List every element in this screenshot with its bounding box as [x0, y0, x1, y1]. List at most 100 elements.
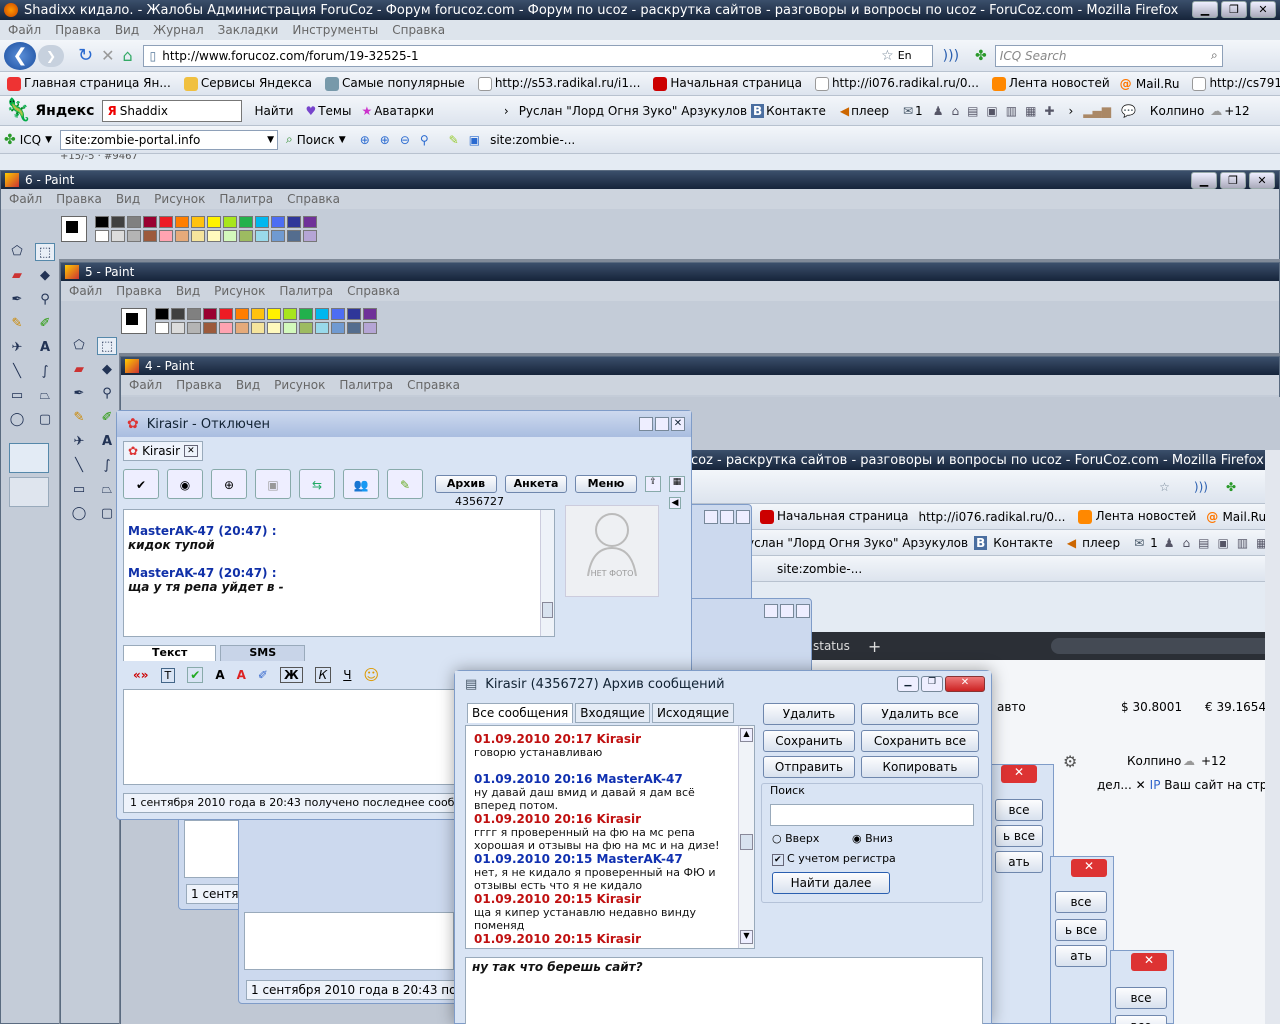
menu-button[interactable]: Меню [575, 475, 637, 493]
menu-image[interactable]: Рисунок [214, 284, 265, 298]
icq-label[interactable]: ICQ [20, 133, 41, 147]
chevron-right-icon[interactable]: › [1068, 104, 1073, 118]
picker-icon[interactable]: ✒ [7, 291, 27, 309]
bookmark-star-icon[interactable]: ☆ [881, 48, 894, 64]
yandex-search-input[interactable]: Я Shaddix [102, 99, 243, 122]
contacts-button[interactable]: 👥 [343, 469, 379, 499]
palette-swatch[interactable] [255, 230, 269, 242]
icq-contact-tab[interactable]: ✿ Kirasir ✕ [123, 441, 203, 461]
radio-down[interactable]: ◉ Вниз [852, 832, 893, 845]
maximize-button[interactable] [655, 417, 669, 431]
chevron-right-icon[interactable]: › [504, 104, 509, 118]
menu-view[interactable]: Вид [115, 23, 139, 37]
palette-swatch[interactable] [223, 230, 237, 242]
palette-swatch[interactable] [299, 308, 313, 320]
polygon-icon[interactable]: ⏢ [97, 481, 117, 499]
palette-swatch[interactable] [303, 216, 317, 228]
palette-swatch[interactable] [283, 322, 297, 334]
tab-item-1[interactable]: дел... ✕ [1097, 778, 1146, 800]
avatars-button[interactable]: Аватарки [374, 104, 434, 118]
menu-edit[interactable]: Правка [56, 192, 102, 206]
palette-swatch[interactable] [315, 308, 329, 320]
palette-swatch[interactable] [331, 322, 345, 334]
palette-swatch[interactable] [111, 216, 125, 228]
forward-button[interactable]: ❯ [38, 44, 64, 67]
chat-scrollbar[interactable] [540, 510, 554, 636]
menu-bookmarks[interactable]: Закладки [218, 23, 279, 37]
themes-button[interactable]: Темы [318, 104, 351, 118]
paint6-option-box-2[interactable] [9, 477, 49, 507]
home-icon[interactable]: ⌂ [123, 46, 133, 65]
tab-item-2[interactable]: IP Ваш сайт на стр... ✕ [1150, 778, 1280, 800]
palette-swatch[interactable] [143, 216, 157, 228]
palette-swatch[interactable] [127, 230, 141, 242]
delete-button[interactable]: Удалить [763, 703, 855, 725]
scroll-up-arrow-icon[interactable]: ▲ [740, 728, 753, 742]
toolbar-icons[interactable]: ♟⌂▤▣▥▦ [1164, 536, 1276, 550]
bg-button-5[interactable]: ь все [1055, 919, 1107, 941]
paint6-palette[interactable] [95, 216, 319, 242]
palette-swatch[interactable] [223, 216, 237, 228]
spellcheck-icon[interactable]: ✔ [187, 667, 204, 683]
bookmark-4[interactable]: http://s53.radikal.ru/i1... [475, 76, 640, 91]
palette-swatch[interactable] [159, 230, 173, 242]
icq-site-input[interactable]: site:zombie-portal.info ▼ [60, 129, 279, 150]
rounded-rect-icon[interactable]: ▢ [35, 411, 55, 429]
icq-search-button[interactable]: Поиск [297, 133, 335, 147]
archive-scrollbar[interactable]: ▲ ▼ [738, 726, 754, 948]
background-color-icon[interactable]: ✐ [258, 668, 268, 682]
menu-file[interactable]: Файл [69, 284, 102, 298]
close-button[interactable]: ✕ [1071, 859, 1107, 877]
search-icon[interactable]: ⌕ [1211, 48, 1218, 63]
bookmark-2[interactable]: Сервисы Яндекса [181, 76, 312, 91]
palette-swatch[interactable] [191, 216, 205, 228]
minimize-button[interactable]: ▁ [1192, 1, 1218, 18]
url-bar[interactable]: ▯ http://www.forucoz.com/forum/19-32525-… [142, 44, 933, 67]
rounded-rect-icon[interactable]: ▢ [97, 505, 117, 523]
palette-swatch[interactable] [239, 230, 253, 242]
yandex-bar-icon[interactable]: ))) [943, 48, 959, 64]
case-checkbox[interactable]: ✔ С учетом регистра [772, 852, 896, 866]
palette-swatch[interactable] [171, 308, 185, 320]
back-button[interactable]: ❮ [4, 41, 36, 70]
user-name[interactable]: Руслан "Лорд Огня Зуко" Арзукулов [519, 104, 747, 118]
delete-all-button[interactable]: Удалить все [861, 703, 979, 725]
maximize-button[interactable]: ❐ [1221, 1, 1247, 18]
vk-link[interactable]: Контакте [766, 104, 826, 118]
rectangle-icon[interactable]: ▭ [69, 481, 89, 499]
palette-swatch[interactable] [203, 322, 217, 334]
menu-help[interactable]: Справка [347, 284, 400, 298]
palette-swatch[interactable] [239, 216, 253, 228]
minimize-button[interactable]: ▁ [897, 676, 919, 692]
underline-button[interactable]: Ч [343, 668, 351, 682]
status-tab[interactable]: status [813, 639, 850, 653]
bookmark-start[interactable]: Начальная страница [757, 509, 909, 524]
find-icon[interactable]: ▣ [469, 133, 480, 147]
palette-swatch[interactable] [207, 216, 221, 228]
palette-swatch[interactable] [255, 216, 269, 228]
minimize-button[interactable]: ▁ [1191, 172, 1217, 189]
text-tool-icon[interactable]: A [35, 339, 55, 357]
save-icon[interactable]: ▣ [255, 469, 291, 499]
highlighter-icon[interactable]: ✎ [449, 133, 459, 147]
zoom-icons[interactable]: ⊕⊕⊖⚲ [360, 133, 439, 147]
webcam-button[interactable]: ◉ [167, 469, 203, 499]
gear-icon[interactable]: ⚙ [1063, 752, 1077, 771]
player-button[interactable]: плеер [851, 104, 889, 118]
palette-swatch[interactable] [171, 322, 185, 334]
yandex-find-button[interactable]: Найти [254, 104, 293, 118]
palette-swatch[interactable] [187, 308, 201, 320]
tab-all-messages[interactable]: Все сообщения [467, 703, 574, 723]
palette-swatch[interactable] [347, 322, 361, 334]
mail-icon[interactable]: ✉ [903, 104, 913, 118]
palette-swatch[interactable] [187, 322, 201, 334]
toolbar-icons[interactable]: ♟⌂▤▣▥▦✚ [933, 104, 1063, 118]
line-icon[interactable]: ╲ [69, 457, 89, 475]
save-all-button[interactable]: Сохранить все [861, 730, 979, 752]
palette-swatch[interactable] [235, 322, 249, 334]
bookmark-8[interactable]: @ Mail.Ru [1120, 77, 1180, 91]
menu-image[interactable]: Рисунок [274, 378, 325, 392]
clover-icon[interactable]: ✤ [975, 48, 987, 64]
grid-button[interactable]: ▦ [669, 476, 685, 492]
globe-button[interactable]: ⊕ [211, 469, 247, 499]
